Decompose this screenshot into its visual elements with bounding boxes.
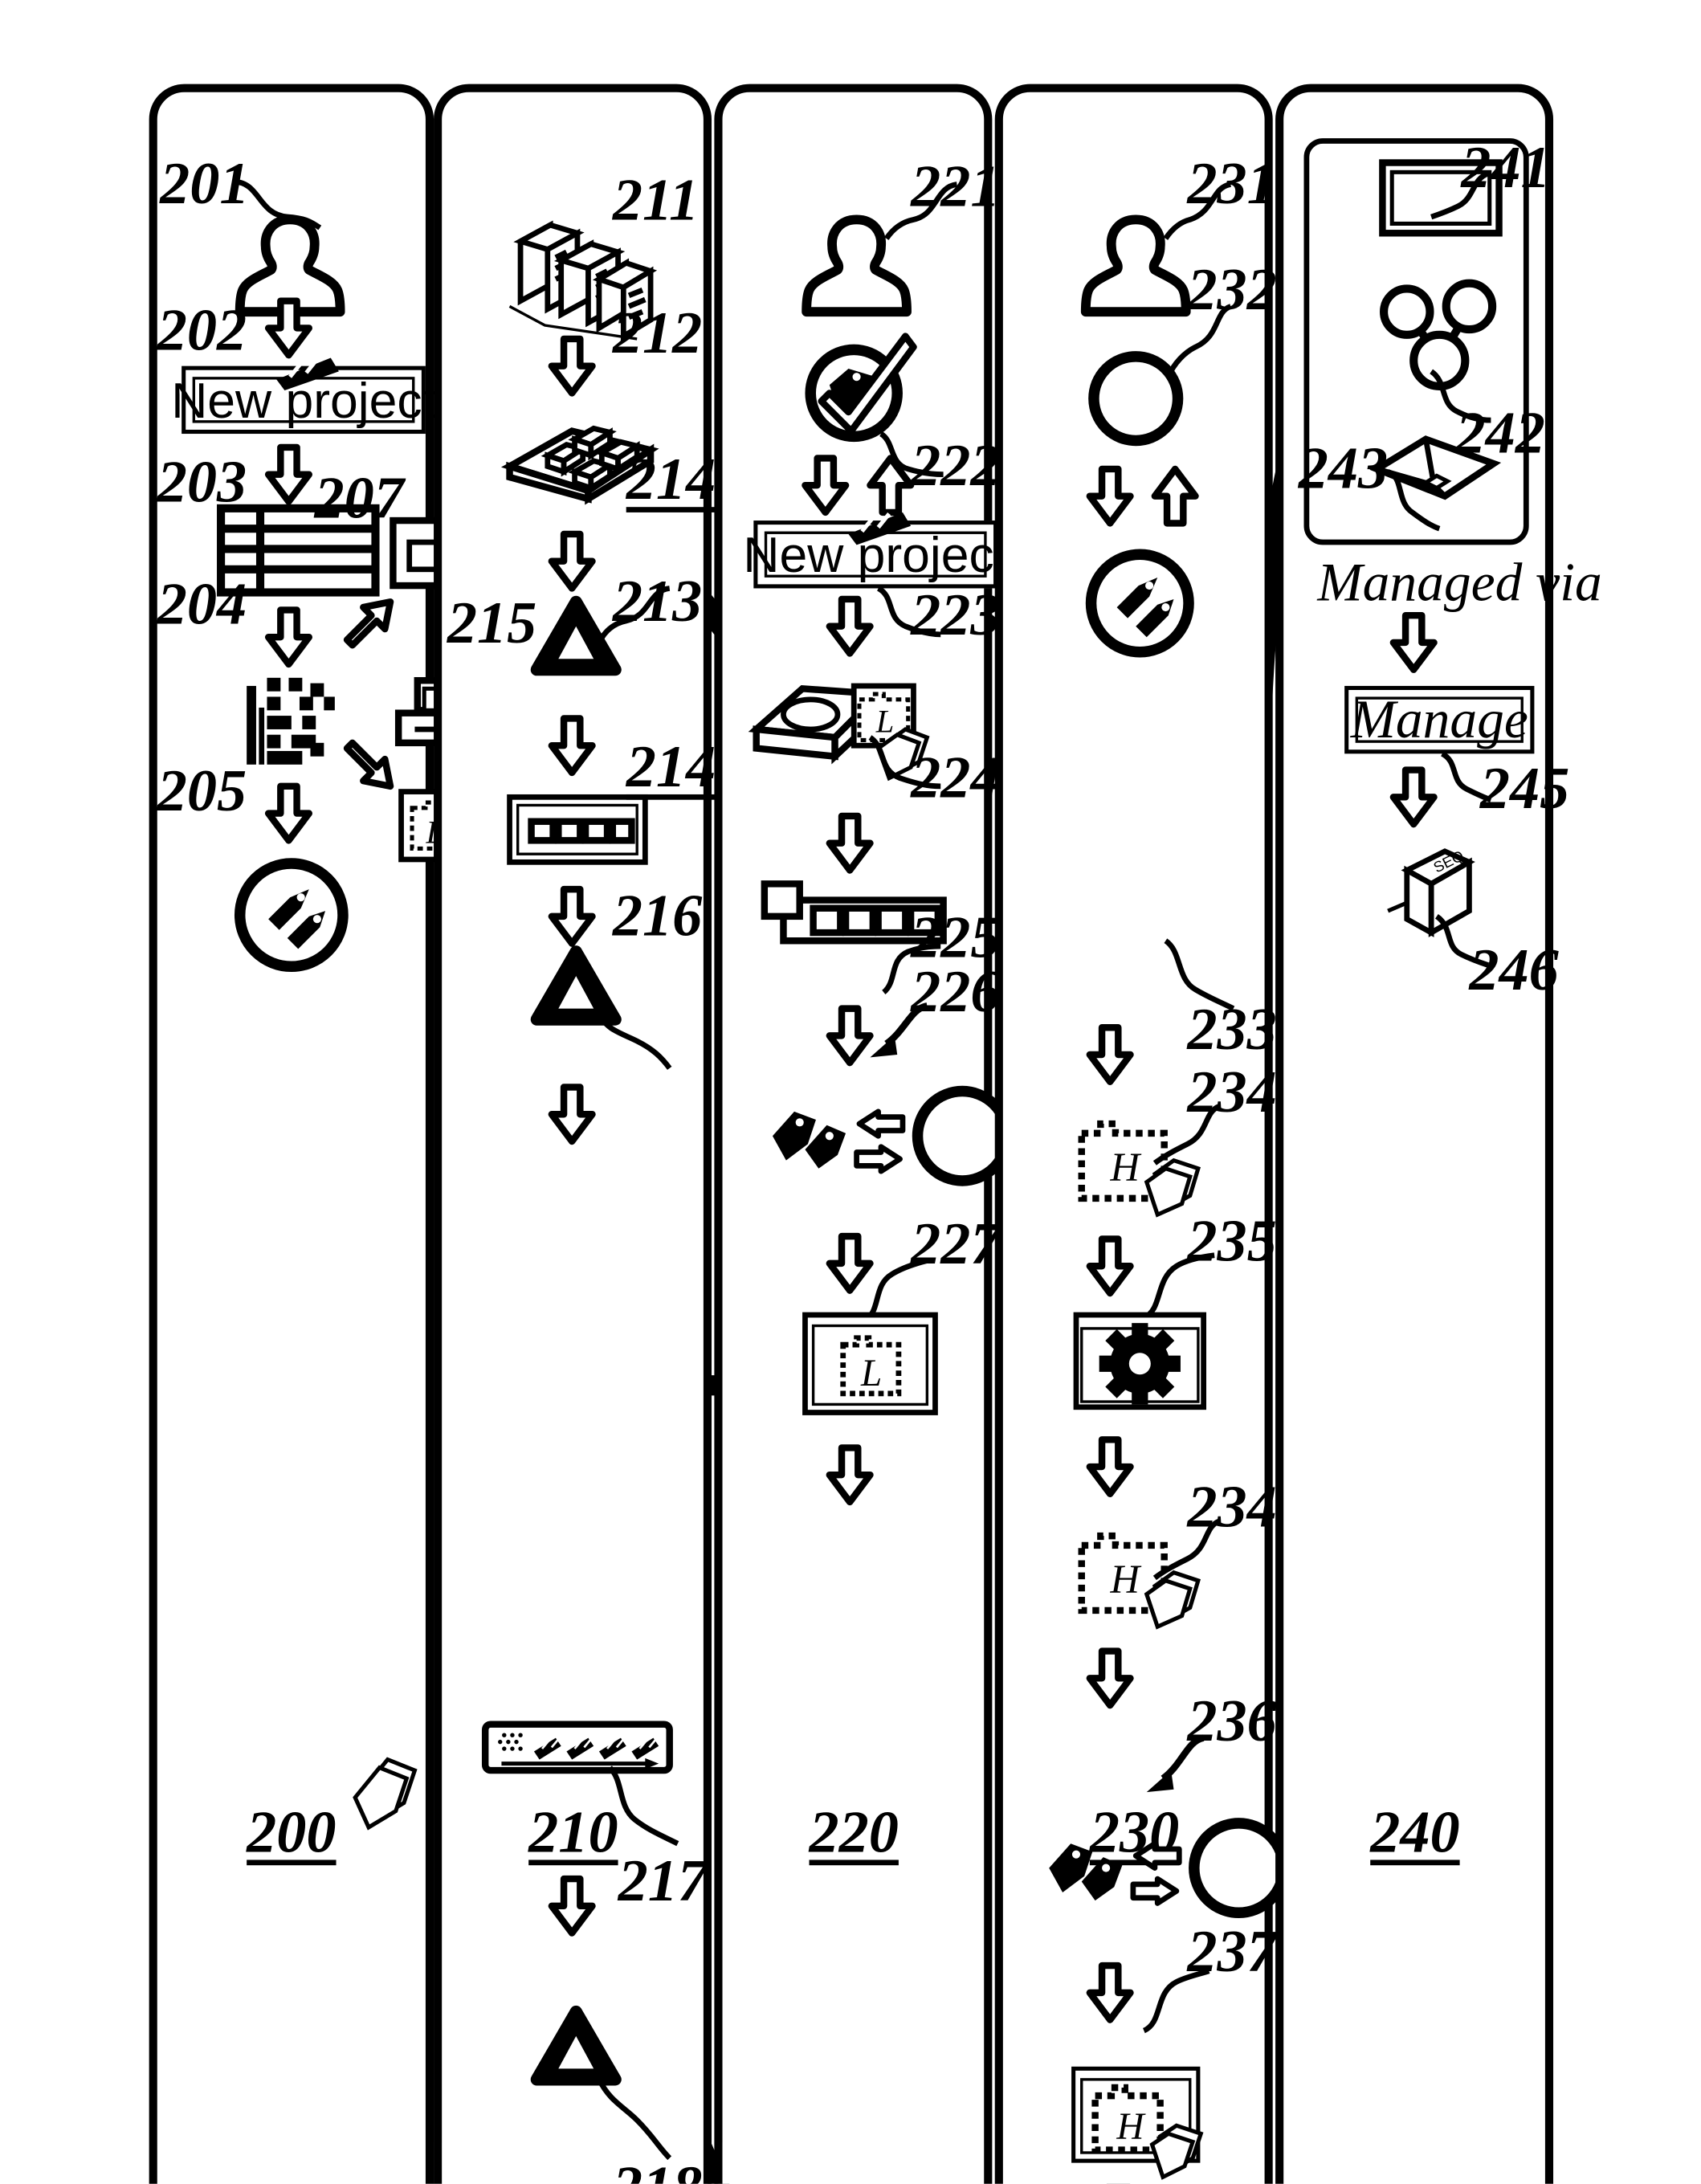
leader-224 bbox=[868, 735, 941, 790]
arrow-up-icon bbox=[1149, 465, 1201, 527]
arrow-down-icon bbox=[546, 1875, 598, 1937]
svg-text:L: L bbox=[860, 1353, 882, 1394]
arrow-southeast-icon[interactable] bbox=[337, 732, 399, 794]
lane-label-220: 220 bbox=[809, 1798, 899, 1866]
arrow-down-icon bbox=[546, 715, 598, 777]
arrow-down-icon bbox=[1388, 611, 1439, 673]
leader-233 bbox=[1164, 938, 1235, 1011]
leader-241 bbox=[1430, 170, 1490, 220]
arrow-down-icon bbox=[263, 782, 314, 844]
leader-234-upper bbox=[1152, 1103, 1222, 1165]
arrow-down-icon bbox=[824, 812, 875, 874]
arrow-down-icon bbox=[824, 595, 875, 657]
arrow-down-icon bbox=[546, 335, 598, 397]
ref-215-upper: 215 bbox=[447, 590, 537, 656]
svg-text:H: H bbox=[1109, 1557, 1141, 1602]
ref-202: 202 bbox=[157, 296, 247, 364]
leader-246 bbox=[1434, 914, 1490, 968]
leader-242 bbox=[1430, 369, 1491, 423]
arrow-down-icon bbox=[263, 297, 314, 359]
arrow-down-icon bbox=[1084, 1024, 1136, 1085]
leader-231 bbox=[1163, 182, 1232, 240]
arrow-down-icon bbox=[1084, 1235, 1136, 1297]
arrow-down-icon bbox=[1084, 1647, 1136, 1709]
leader-213 bbox=[596, 586, 671, 644]
barcode-icon bbox=[247, 677, 339, 767]
tags-circle-icon bbox=[233, 857, 349, 974]
leader-201 bbox=[232, 178, 322, 231]
framed-l-folder-icon: L bbox=[802, 1312, 938, 1415]
tag-pair-small-icon bbox=[770, 1100, 851, 1171]
patent-figure-2: 200 201 202 New project 203 204 205 207 … bbox=[0, 0, 1701, 2184]
arrow-up-icon bbox=[865, 455, 916, 516]
gear-panel-icon[interactable] bbox=[1073, 1312, 1207, 1410]
ref-205: 205 bbox=[157, 757, 247, 825]
arrow-down-icon bbox=[1388, 766, 1439, 828]
tag-pair-small-icon bbox=[1046, 1833, 1128, 1904]
arrow-down-icon bbox=[1084, 1962, 1136, 2023]
leader-234-lower bbox=[1152, 1518, 1222, 1581]
leader-223 bbox=[876, 586, 941, 638]
arrow-down-icon bbox=[1084, 1436, 1136, 1498]
exchange-arrows-icon bbox=[1130, 1840, 1182, 1908]
leader-243 bbox=[1386, 469, 1441, 532]
leader-232 bbox=[1165, 304, 1232, 378]
arrow-northeast-icon[interactable] bbox=[337, 594, 399, 656]
leader-237 bbox=[1142, 1968, 1210, 2034]
managed-via-label: Managed via bbox=[1317, 551, 1602, 613]
arrow-down-icon bbox=[1084, 465, 1136, 527]
leader-218 bbox=[596, 2078, 672, 2161]
arrow-down-icon bbox=[263, 606, 314, 668]
manage-label: Manage bbox=[1350, 688, 1528, 750]
leader-216 bbox=[596, 1012, 672, 1070]
clapper-icon bbox=[848, 512, 912, 545]
manage-button[interactable]: Manage bbox=[1344, 685, 1535, 754]
ref-204: 204 bbox=[157, 570, 247, 638]
ref-214-lower: 214 bbox=[626, 733, 716, 800]
lane-label-240: 240 bbox=[1370, 1798, 1460, 1866]
arrow-down-icon bbox=[546, 1084, 598, 1145]
leader-221 bbox=[883, 182, 958, 240]
ref-243: 243 bbox=[1298, 435, 1389, 502]
arrow-down-icon bbox=[546, 530, 598, 592]
ref-216: 216 bbox=[612, 882, 703, 949]
framed-h-folder-icon: H bbox=[1071, 2066, 1220, 2180]
arrow-down-icon bbox=[800, 455, 851, 516]
ref-212: 212 bbox=[612, 299, 703, 366]
leader-226-arrow bbox=[870, 1002, 928, 1058]
tags-circle-icon bbox=[1084, 548, 1195, 659]
arrow-down-icon bbox=[824, 1444, 875, 1506]
clapper-icon bbox=[276, 357, 339, 391]
leader-217 bbox=[607, 1766, 679, 1847]
exchange-arrows-icon bbox=[854, 1108, 906, 1177]
ref-214-upper: 214 bbox=[626, 446, 716, 512]
leader-245 bbox=[1440, 751, 1492, 802]
arrow-down-icon bbox=[263, 443, 314, 505]
arrow-down-icon bbox=[546, 885, 598, 947]
toolbar-panel-icon[interactable] bbox=[507, 794, 648, 865]
leader-236-arrow bbox=[1146, 1734, 1205, 1793]
svg-text:H: H bbox=[1116, 2106, 1146, 2148]
lane-label-200: 200 bbox=[247, 1798, 337, 1866]
svg-text:H: H bbox=[1109, 1145, 1141, 1190]
tag-pair-icon bbox=[349, 1749, 434, 1833]
